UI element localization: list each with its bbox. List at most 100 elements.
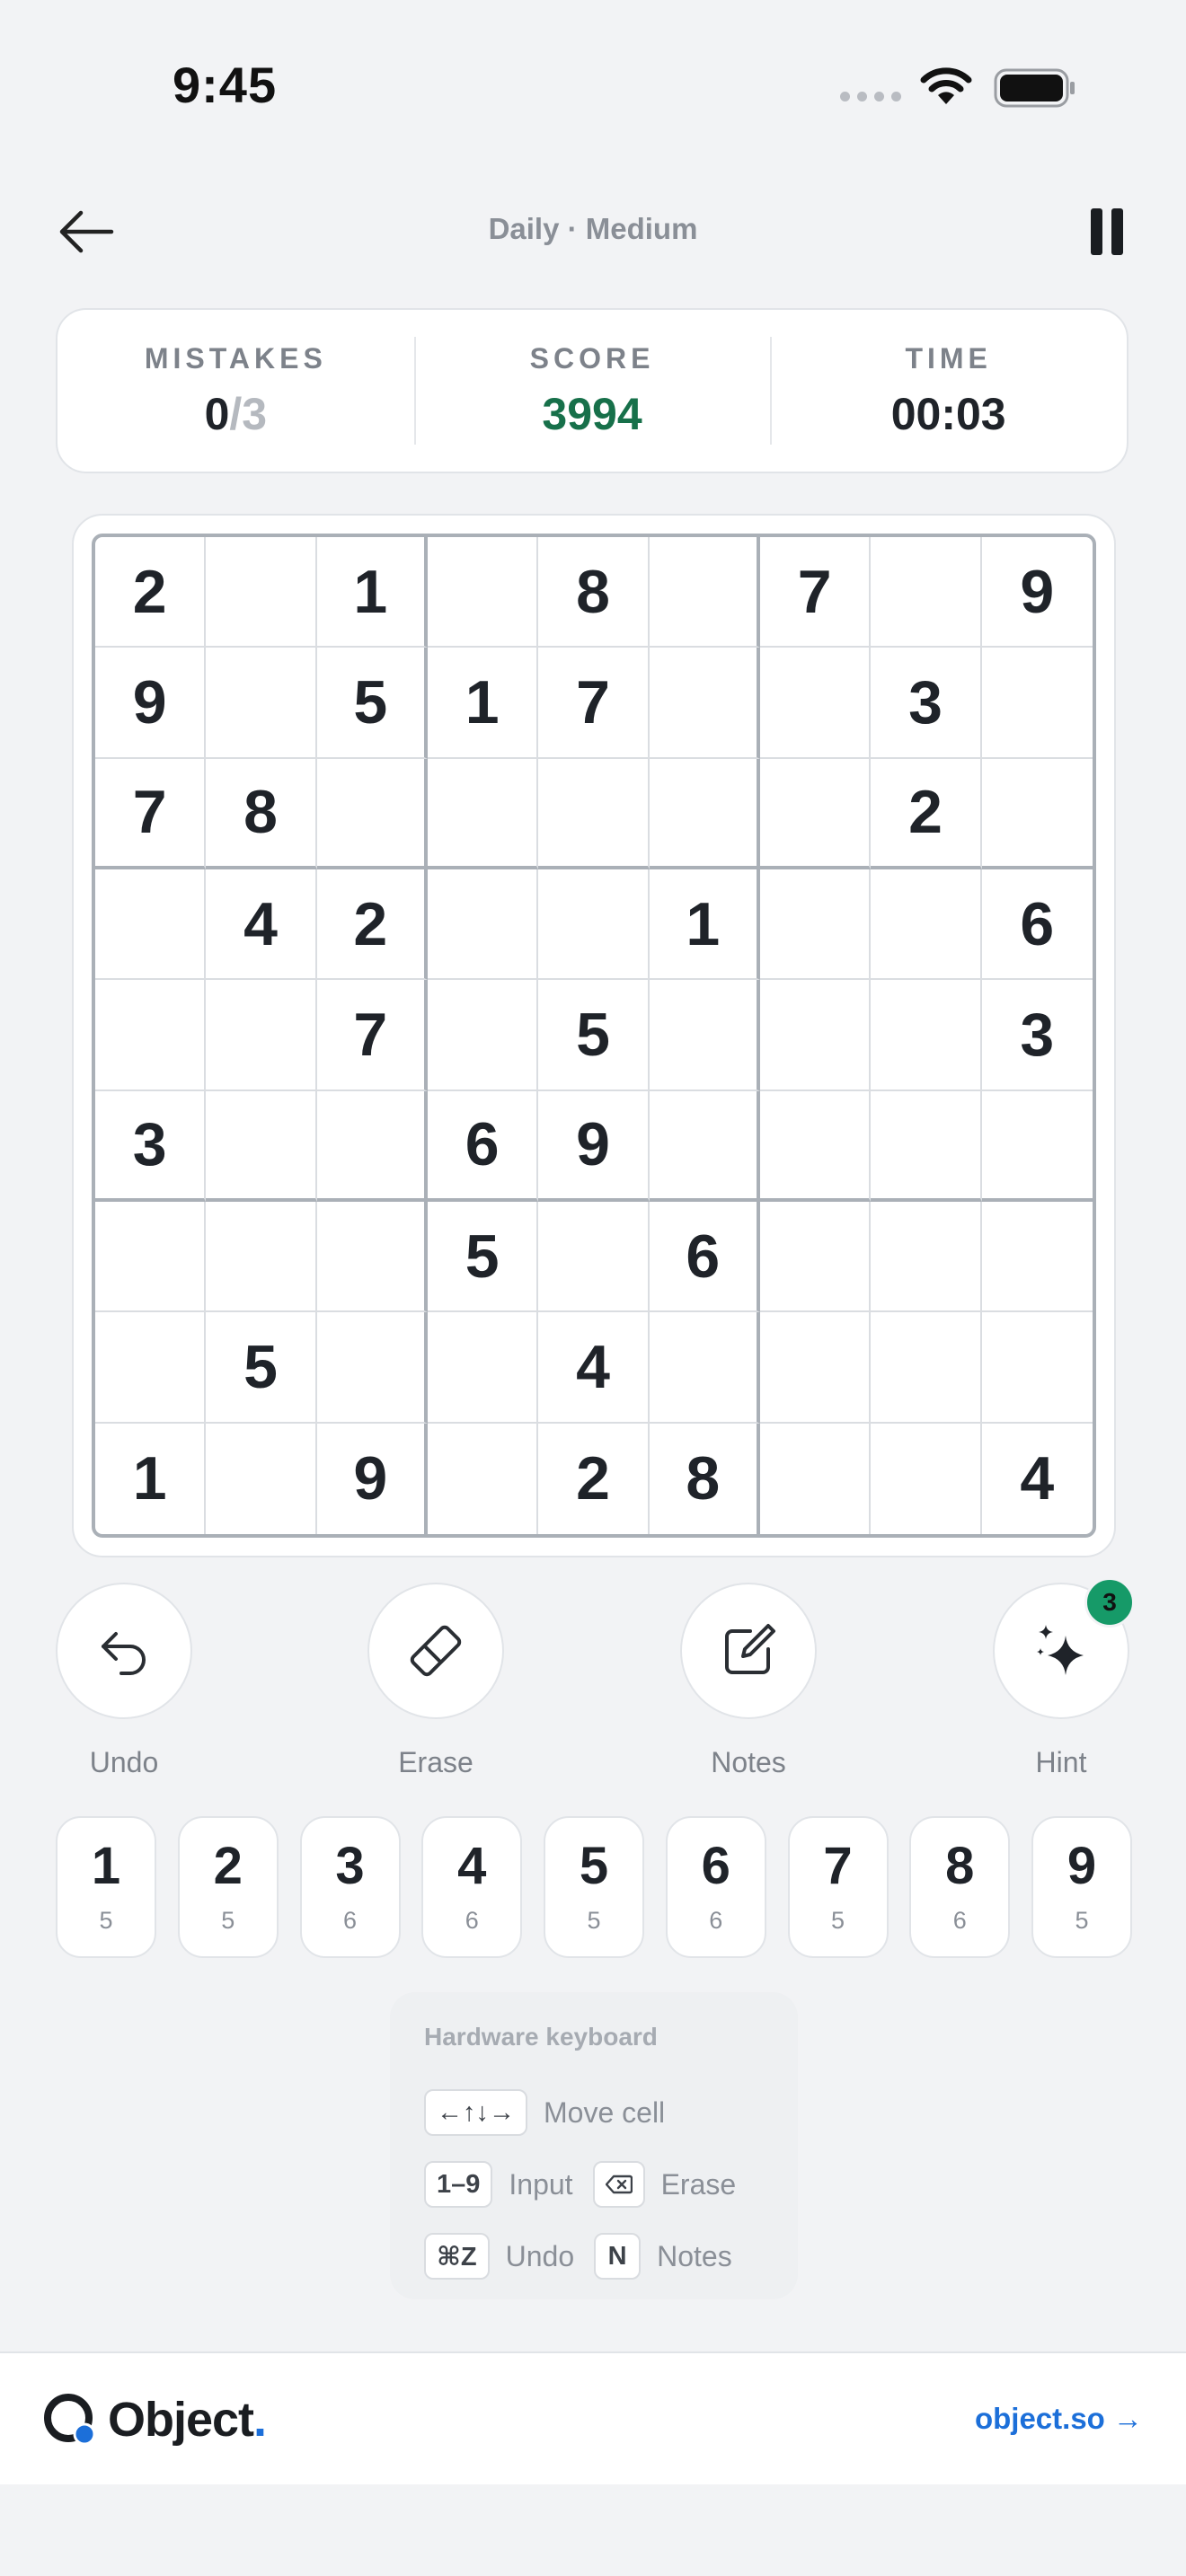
- sudoku-cell[interactable]: [981, 759, 1093, 869]
- number-key-2[interactable]: 25: [177, 1816, 279, 1958]
- sudoku-cell[interactable]: 5: [316, 648, 428, 759]
- sudoku-cell[interactable]: [649, 980, 760, 1091]
- sudoku-cell[interactable]: [206, 980, 317, 1091]
- sudoku-cell[interactable]: [760, 869, 872, 981]
- sudoku-cell[interactable]: [649, 1312, 760, 1424]
- sudoku-cell[interactable]: [760, 758, 872, 869]
- sudoku-cell[interactable]: [95, 1202, 207, 1313]
- sudoku-cell[interactable]: 1: [95, 1423, 207, 1534]
- sudoku-cell[interactable]: 8: [538, 537, 650, 648]
- sudoku-cell[interactable]: 6: [649, 1202, 760, 1313]
- sudoku-cell[interactable]: 8: [650, 1423, 760, 1534]
- sudoku-cell[interactable]: [428, 537, 539, 648]
- sudoku-cell[interactable]: [871, 537, 982, 648]
- sudoku-cell[interactable]: [760, 648, 872, 759]
- sudoku-cell[interactable]: [981, 1202, 1093, 1313]
- sudoku-cell[interactable]: 4: [538, 1312, 650, 1424]
- sudoku-cell[interactable]: 5: [428, 1202, 539, 1313]
- sudoku-cell[interactable]: 5: [538, 980, 650, 1091]
- sudoku-cell[interactable]: [649, 537, 760, 648]
- number-key-1[interactable]: 15: [56, 1816, 156, 1958]
- sudoku-cell[interactable]: [649, 648, 760, 759]
- sudoku-cell[interactable]: [760, 980, 872, 1091]
- sudoku-cell[interactable]: 9: [95, 648, 207, 759]
- sudoku-cell[interactable]: [428, 1423, 539, 1534]
- sudoku-cell[interactable]: 9: [981, 537, 1093, 648]
- move-cell-label: Move cell: [544, 2095, 666, 2129]
- sudoku-cell[interactable]: 6: [428, 1090, 539, 1202]
- sudoku-cell[interactable]: 7: [760, 537, 872, 648]
- sudoku-cell[interactable]: [871, 980, 982, 1091]
- undo-button[interactable]: Undo: [52, 1583, 196, 1779]
- sudoku-cell[interactable]: [871, 1090, 982, 1202]
- sudoku-cell[interactable]: 2: [871, 758, 982, 869]
- sudoku-cell[interactable]: [316, 1090, 428, 1202]
- sudoku-cell[interactable]: [206, 648, 317, 759]
- sudoku-cell[interactable]: [316, 1202, 428, 1313]
- sudoku-cell[interactable]: [760, 1423, 872, 1534]
- sudoku-cell[interactable]: [95, 1312, 207, 1424]
- sudoku-cell[interactable]: [981, 1091, 1093, 1202]
- sudoku-cell[interactable]: 4: [982, 1424, 1093, 1534]
- sudoku-cell[interactable]: [428, 1312, 539, 1424]
- sudoku-cell[interactable]: [206, 1423, 317, 1534]
- sudoku-cell[interactable]: 1: [428, 648, 539, 759]
- sudoku-cell[interactable]: [538, 1202, 650, 1313]
- pause-button[interactable]: [1078, 203, 1136, 260]
- number-key-9[interactable]: 95: [1031, 1816, 1132, 1958]
- sudoku-cell[interactable]: [760, 1090, 872, 1202]
- sudoku-cell[interactable]: [981, 648, 1093, 759]
- sudoku-cell[interactable]: [871, 869, 982, 981]
- sudoku-cell[interactable]: [428, 869, 539, 981]
- sudoku-cell[interactable]: 8: [206, 758, 317, 869]
- sudoku-cell[interactable]: 3: [981, 980, 1093, 1091]
- sudoku-cell[interactable]: [206, 537, 317, 648]
- notes-button[interactable]: Notes: [677, 1583, 820, 1779]
- sudoku-cell[interactable]: 7: [538, 648, 650, 759]
- number-key-remaining: 6: [465, 1906, 479, 1934]
- sudoku-cell[interactable]: [981, 1312, 1093, 1424]
- sudoku-cell[interactable]: [871, 1423, 982, 1534]
- sudoku-cell[interactable]: 2: [538, 1423, 650, 1534]
- sudoku-cell[interactable]: [649, 758, 760, 869]
- number-key-digit: 4: [457, 1836, 487, 1895]
- sudoku-cell[interactable]: [871, 1202, 982, 1313]
- sudoku-cell[interactable]: [95, 980, 207, 1091]
- number-key-7[interactable]: 75: [787, 1816, 889, 1958]
- sudoku-cell[interactable]: 1: [316, 537, 428, 648]
- sudoku-cell[interactable]: [760, 1312, 872, 1424]
- object-so-link[interactable]: object.so →: [975, 2402, 1143, 2436]
- number-key-3[interactable]: 36: [299, 1816, 401, 1958]
- sudoku-cell[interactable]: [871, 1312, 982, 1424]
- sudoku-cell[interactable]: [95, 869, 207, 981]
- sudoku-cell[interactable]: 9: [317, 1423, 428, 1534]
- sudoku-cell[interactable]: [316, 758, 428, 869]
- sudoku-cell[interactable]: [428, 758, 539, 869]
- sudoku-cell[interactable]: 1: [649, 869, 760, 981]
- sudoku-cell[interactable]: 6: [981, 869, 1093, 981]
- sudoku-cell[interactable]: 2: [316, 869, 428, 981]
- number-key-6[interactable]: 66: [665, 1816, 766, 1958]
- sudoku-cell[interactable]: [760, 1202, 872, 1313]
- sudoku-cell[interactable]: [649, 1090, 760, 1202]
- erase-button[interactable]: Erase: [364, 1583, 508, 1779]
- sudoku-cell[interactable]: 2: [95, 537, 207, 648]
- sudoku-cell[interactable]: 3: [871, 648, 982, 759]
- number-key-8[interactable]: 86: [909, 1816, 1011, 1958]
- sudoku-cell[interactable]: 3: [95, 1090, 207, 1202]
- sudoku-cell[interactable]: [206, 1202, 317, 1313]
- sudoku-cell[interactable]: 7: [95, 758, 207, 869]
- number-key-remaining: 5: [830, 1906, 845, 1934]
- sudoku-cell[interactable]: 4: [206, 869, 317, 981]
- sudoku-cell[interactable]: [538, 869, 650, 981]
- hint-button[interactable]: 3 Hint: [989, 1577, 1135, 1779]
- sudoku-cell[interactable]: [316, 1312, 428, 1424]
- sudoku-cell[interactable]: [428, 980, 539, 1091]
- sudoku-cell[interactable]: [538, 758, 650, 869]
- number-key-4[interactable]: 46: [421, 1816, 523, 1958]
- sudoku-cell[interactable]: 7: [316, 980, 428, 1091]
- sudoku-cell[interactable]: 9: [538, 1090, 650, 1202]
- sudoku-cell[interactable]: [206, 1090, 317, 1202]
- number-key-5[interactable]: 55: [544, 1816, 644, 1958]
- sudoku-cell[interactable]: 5: [206, 1312, 317, 1424]
